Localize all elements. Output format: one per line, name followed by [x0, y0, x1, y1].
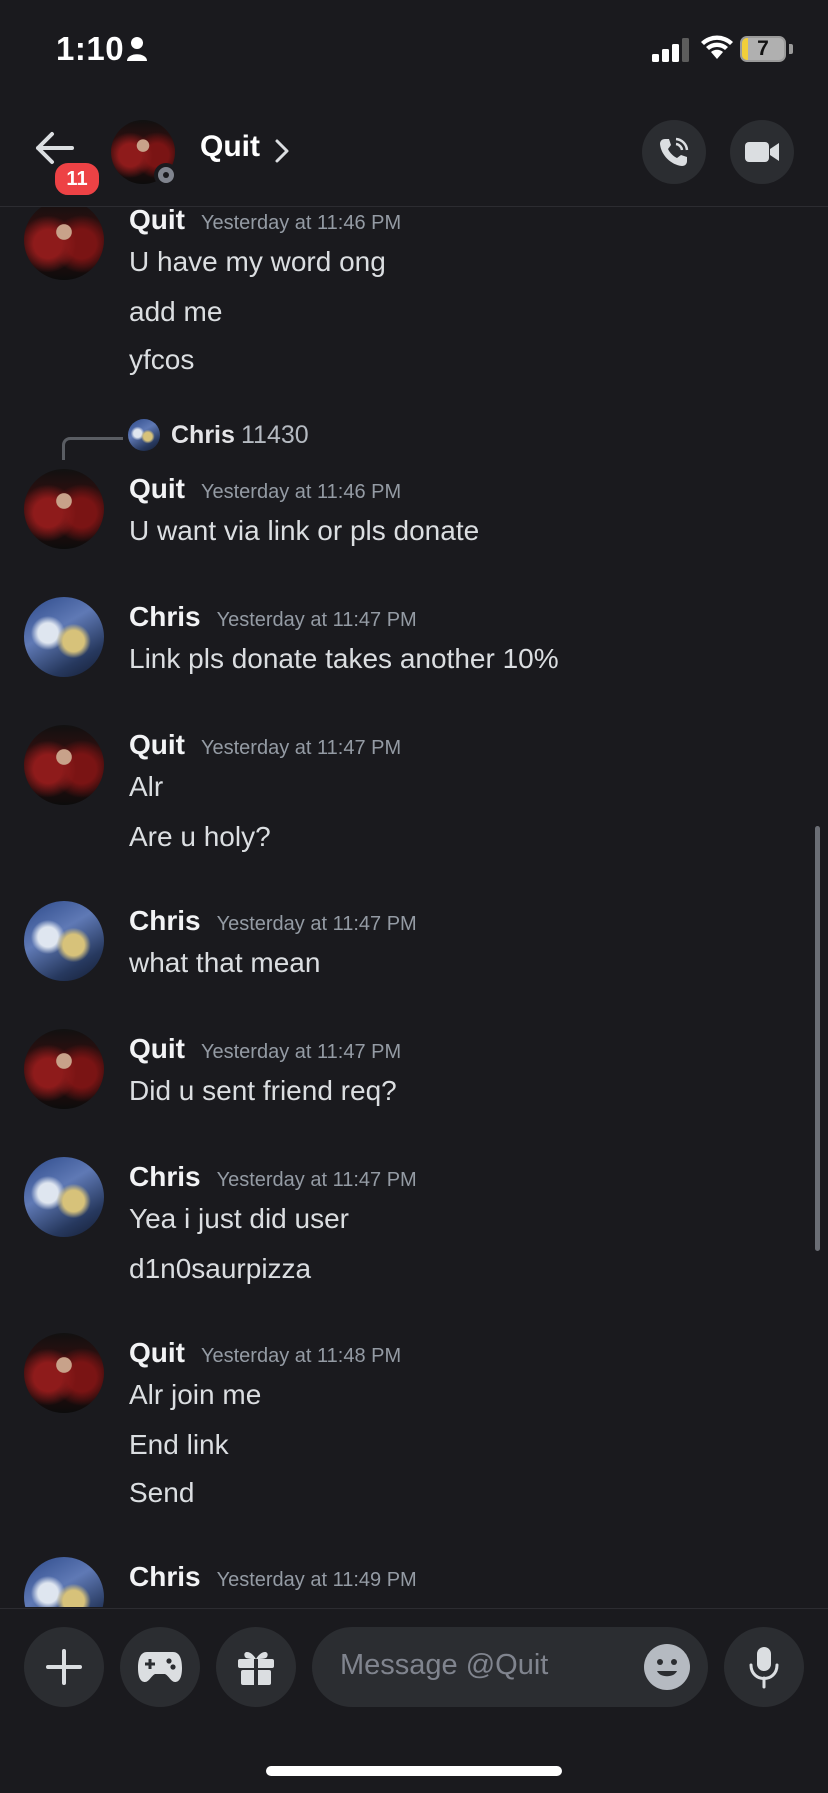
avatar[interactable]: [24, 725, 104, 805]
message-group: Quit Yesterday at 11:47 PM Alr Are u holy…: [0, 725, 828, 865]
message-timestamp: Yesterday at 11:47 PM: [201, 737, 402, 759]
message-group: Quit Yesterday at 11:46 PM U want via lin…: [0, 469, 828, 569]
message-text: U want via link or pls donate: [129, 515, 480, 546]
avatar[interactable]: [24, 1029, 104, 1109]
message-timestamp: Yesterday at 11:46 PM: [201, 212, 402, 234]
message-text: yfcos: [129, 344, 195, 375]
message-timestamp: Yesterday at 11:46 PM: [201, 481, 402, 503]
message-group: Quit Yesterday at 11:46 PM U have my word…: [0, 207, 828, 375]
reply-avatar: [128, 419, 160, 451]
home-indicator[interactable]: [266, 1766, 562, 1776]
channel-header: 11 Quit: [0, 100, 828, 207]
plus-icon: [46, 1649, 82, 1685]
message-group: Chris Yesterday at 11:47 PM what that mea…: [0, 901, 828, 1001]
reply-preview[interactable]: Chris 11430: [0, 415, 828, 460]
video-camera-icon: [745, 142, 779, 162]
message-group: Chris Yesterday at 11:47 PM Link pls dona…: [0, 597, 828, 697]
gift-icon: [238, 1652, 274, 1685]
avatar[interactable]: [24, 901, 104, 981]
avatar[interactable]: [24, 1157, 104, 1237]
microphone-icon: [749, 1647, 779, 1689]
avatar[interactable]: [24, 207, 104, 280]
message-author[interactable]: Quit Yesterday at 11:47 PM: [129, 729, 401, 761]
avatar[interactable]: [24, 597, 104, 677]
battery-tip: [789, 44, 793, 54]
battery-level: 7: [757, 37, 769, 60]
status-time: 1:10: [56, 30, 125, 67]
message-author[interactable]: Quit Yesterday at 11:46 PM: [129, 473, 401, 505]
message-timestamp: Yesterday at 11:47 PM: [201, 1041, 402, 1063]
message-text: d1n0saurpizza: [129, 1253, 312, 1284]
attach-button[interactable]: [24, 1627, 104, 1707]
avatar[interactable]: [24, 469, 104, 549]
message-author[interactable]: Quit Yesterday at 11:46 PM: [129, 207, 401, 236]
message-text: Did u sent friend req?: [129, 1075, 397, 1106]
chevron-right-icon[interactable]: [274, 138, 290, 164]
message-text: End link: [129, 1429, 229, 1460]
voice-message-button[interactable]: [724, 1627, 804, 1707]
message-group: Chris Yesterday at 11:47 PM Yea i just di…: [0, 1157, 828, 1297]
scrollbar[interactable]: [815, 826, 820, 1251]
message-text: what that mean: [129, 947, 321, 978]
message-text: Alr join me: [129, 1379, 262, 1410]
message-input-placeholder: Message @Quit: [340, 1649, 549, 1681]
gift-button[interactable]: [216, 1627, 296, 1707]
message-text: Alr: [129, 771, 164, 802]
message-author[interactable]: Chris Yesterday at 11:49 PM: [129, 1561, 417, 1593]
phone-call-icon: [660, 137, 689, 166]
message-group: Chris Yesterday at 11:49 PM: [0, 1557, 828, 1607]
voice-call-button[interactable]: [642, 120, 706, 184]
message-text: Link pls donate takes another 10%: [129, 643, 559, 674]
battery-icon: 7: [740, 36, 786, 62]
message-timestamp: Yesterday at 11:49 PM: [216, 1569, 417, 1591]
reply-text: 11430: [241, 421, 309, 449]
avatar[interactable]: [24, 1557, 104, 1607]
channel-title[interactable]: Quit: [200, 130, 260, 164]
message-input[interactable]: Message @Quit: [312, 1627, 708, 1707]
message-text: Yea i just did user: [129, 1203, 349, 1234]
signal-icon: [652, 38, 689, 62]
message-author[interactable]: Chris Yesterday at 11:47 PM: [129, 905, 417, 937]
message-list[interactable]: Quit Yesterday at 11:46 PM U have my word…: [0, 207, 828, 1607]
message-author[interactable]: Chris Yesterday at 11:47 PM: [129, 601, 417, 633]
activities-button[interactable]: [120, 1627, 200, 1707]
message-timestamp: Yesterday at 11:47 PM: [216, 913, 417, 935]
message-timestamp: Yesterday at 11:47 PM: [216, 609, 417, 631]
message-group: Quit Yesterday at 11:47 PM Did u sent fri…: [0, 1029, 828, 1129]
avatar[interactable]: [24, 1333, 104, 1413]
message-author[interactable]: Quit Yesterday at 11:48 PM: [129, 1337, 401, 1369]
unread-badge: 11: [52, 160, 102, 198]
gamepad-icon: [138, 1652, 182, 1682]
emoji-icon[interactable]: [644, 1644, 690, 1690]
wifi-icon: [701, 35, 733, 59]
message-text: U have my word ong: [129, 246, 386, 277]
message-text: Send: [129, 1477, 195, 1508]
offline-status-icon: [154, 163, 178, 187]
message-text: add me: [129, 296, 223, 327]
reply-spine: [62, 437, 123, 460]
video-call-button[interactable]: [730, 120, 794, 184]
message-text: Are u holy?: [129, 821, 271, 852]
message-timestamp: Yesterday at 11:48 PM: [201, 1345, 402, 1367]
message-timestamp: Yesterday at 11:47 PM: [216, 1169, 417, 1191]
message-author[interactable]: Quit Yesterday at 11:47 PM: [129, 1033, 401, 1065]
status-bar: 1:10 7: [0, 0, 828, 100]
person-icon: [127, 37, 147, 61]
message-author[interactable]: Chris Yesterday at 11:47 PM: [129, 1161, 417, 1193]
message-group: Quit Yesterday at 11:48 PM Alr join me En…: [0, 1333, 828, 1513]
reply-author: Chris: [171, 421, 235, 449]
